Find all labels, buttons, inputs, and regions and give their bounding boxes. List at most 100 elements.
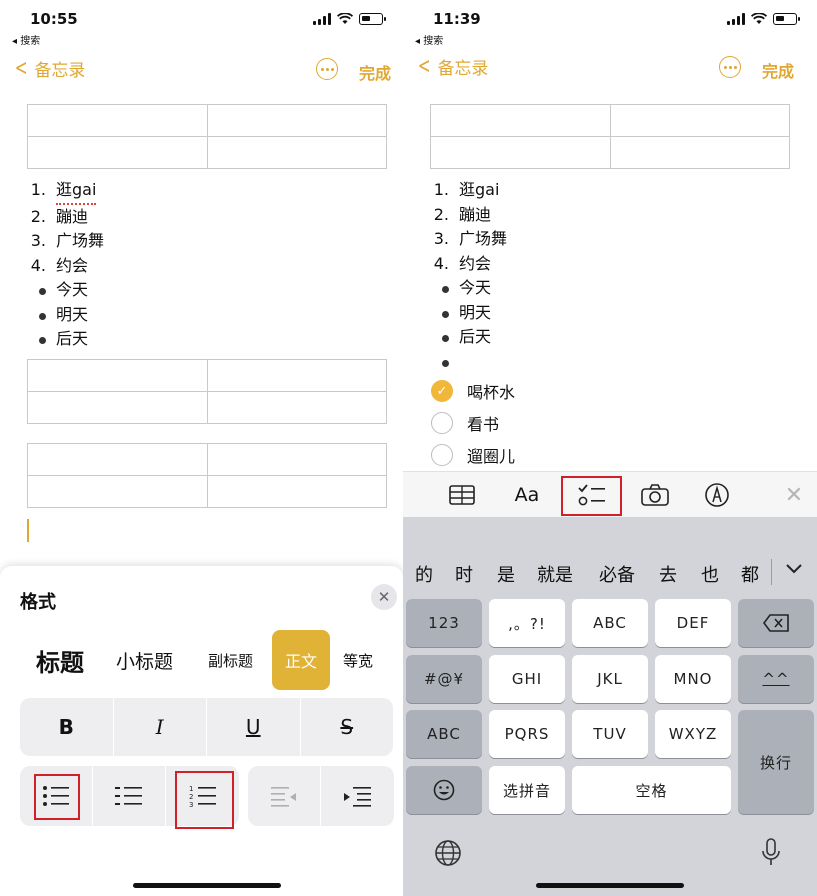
candidate-word[interactable]: 去 (659, 561, 677, 587)
highlight-box (175, 771, 234, 829)
candidate-word[interactable]: 必备 (599, 561, 635, 587)
space-key[interactable]: 空格 (572, 766, 731, 814)
back-to-search-link[interactable]: ◂ 搜索 (12, 32, 40, 47)
more-options-icon[interactable] (316, 58, 338, 80)
emoji-key[interactable] (406, 766, 482, 814)
close-icon[interactable]: ✕ (784, 482, 804, 508)
paragraph-styles: 标题 小标题 副标题 正文 等宽 (0, 630, 403, 690)
bullet-icon (442, 310, 449, 318)
keyboard: 的 时 是 就是 必备 去 也 都 123 ,。?! ABC DEF #@¥ G… (403, 517, 817, 896)
backspace-icon (763, 614, 789, 632)
cellular-signal-icon (727, 13, 745, 25)
back-button[interactable]: < 备忘录 (12, 55, 86, 81)
strikethrough-button[interactable]: S (301, 698, 394, 756)
back-label: 备忘录 (437, 59, 489, 79)
wifi-icon (337, 13, 353, 24)
key-jkl[interactable]: JKL (572, 655, 648, 703)
text-style-buttons: B I U S (20, 698, 393, 756)
list-item: 明天 (30, 303, 104, 328)
expand-candidates-button[interactable] (785, 559, 803, 580)
return-key[interactable]: 换行 (738, 710, 814, 814)
bold-button[interactable]: B (20, 698, 114, 756)
italic-button[interactable]: I (114, 698, 207, 756)
candidate-bar: 的 时 是 就是 必备 去 也 都 (403, 557, 817, 587)
format-panel: 格式 ✕ 标题 小标题 副标题 正文 等宽 B I U S 123 (0, 566, 403, 896)
empty-circle-icon[interactable] (431, 412, 453, 434)
note-list: 1. 逛gai 2. 蹦迪 3. 广场舞 4. 约会 今天 明天 后天 (30, 178, 104, 352)
candidate-word[interactable]: 都 (741, 561, 759, 587)
list-item: 3. 广场舞 (433, 229, 508, 248)
back-label: 备忘录 (34, 61, 86, 81)
checklist-item[interactable]: ✓ 喝杯水 (431, 379, 515, 403)
key-wxyz[interactable]: WXYZ (655, 710, 731, 758)
note-table-1[interactable] (27, 104, 387, 169)
bullet-icon (39, 288, 46, 295)
style-title[interactable]: 标题 (36, 630, 84, 690)
style-subheading[interactable]: 副标题 (208, 630, 253, 690)
key-123[interactable]: 123 (406, 599, 482, 647)
bullet-icon (442, 286, 449, 293)
globe-icon[interactable] (434, 839, 462, 871)
list-item: 明天 (433, 301, 507, 326)
format-button[interactable]: Aa (511, 482, 543, 508)
style-body-selected[interactable]: 正文 (272, 630, 330, 690)
list-item: 后天 (433, 325, 507, 350)
outdent-icon (271, 787, 296, 807)
style-heading[interactable]: 小标题 (116, 630, 173, 690)
candidate-word[interactable]: 是 (497, 561, 515, 587)
candidate-word[interactable]: 的 (415, 561, 433, 587)
key-def[interactable]: DEF (655, 599, 731, 647)
format-panel-title: 格式 (20, 592, 56, 613)
backspace-key[interactable] (738, 599, 814, 647)
list-item: 1. 逛gai (30, 178, 104, 205)
key-punctuation[interactable]: ,。?! (489, 599, 565, 647)
list-item: 1. 逛gai (433, 180, 500, 199)
note-table-1[interactable] (430, 104, 790, 169)
indent-button[interactable] (321, 766, 394, 826)
checklist-item[interactable]: 看书 (431, 411, 499, 435)
note-table-2[interactable] (27, 359, 387, 424)
key-mno[interactable]: MNO (655, 655, 731, 703)
microphone-icon[interactable] (761, 837, 781, 871)
camera-button[interactable] (641, 482, 669, 508)
checkmark-icon[interactable]: ✓ (431, 380, 453, 402)
candidate-word[interactable]: 就是 (537, 561, 573, 587)
done-button[interactable]: 完成 (359, 60, 391, 84)
key-ghi[interactable]: GHI (489, 655, 565, 703)
key-abc-mode[interactable]: ABC (406, 710, 482, 758)
key-tuv[interactable]: TUV (572, 710, 648, 758)
markup-button[interactable] (704, 482, 730, 508)
underline-button[interactable]: U (207, 698, 301, 756)
candidate-word[interactable]: 也 (701, 561, 719, 587)
key-select-pinyin[interactable]: 选拼音 (489, 766, 565, 814)
key-emoticon[interactable]: ^^ (738, 655, 814, 703)
candidate-word[interactable]: 时 (455, 561, 473, 587)
wifi-icon (751, 13, 767, 24)
bullet-icon (39, 337, 46, 344)
text-cursor (27, 519, 29, 542)
list-item: 4. 约会 (433, 253, 492, 273)
dashed-list-button[interactable] (93, 766, 166, 826)
note-table-3[interactable] (27, 443, 387, 508)
back-button[interactable]: < 备忘录 (415, 54, 489, 79)
outdent-button[interactable] (248, 766, 321, 826)
key-symbols[interactable]: #@¥ (406, 655, 482, 703)
chevron-left-icon: < (14, 55, 28, 81)
more-options-icon[interactable] (719, 56, 741, 78)
camera-icon (641, 484, 669, 506)
chevron-down-icon (786, 564, 802, 574)
style-monospaced[interactable]: 等宽 (343, 630, 373, 690)
nav-bar: < 备忘录 完成 (403, 54, 817, 84)
back-to-search-link[interactable]: ◂ 搜索 (415, 32, 443, 47)
indent-buttons (248, 766, 394, 826)
table-button[interactable] (449, 482, 475, 508)
bullet-icon (442, 359, 449, 367)
key-pqrs[interactable]: PQRS (489, 710, 565, 758)
done-button[interactable]: 完成 (762, 58, 794, 82)
close-icon[interactable]: ✕ (371, 584, 397, 610)
list-item: 2. 蹦迪 (30, 206, 89, 226)
list-item: 今天 (30, 278, 104, 303)
key-abc[interactable]: ABC (572, 599, 648, 647)
empty-circle-icon[interactable] (431, 444, 453, 466)
checklist-item[interactable]: 遛圈儿 (431, 443, 515, 467)
